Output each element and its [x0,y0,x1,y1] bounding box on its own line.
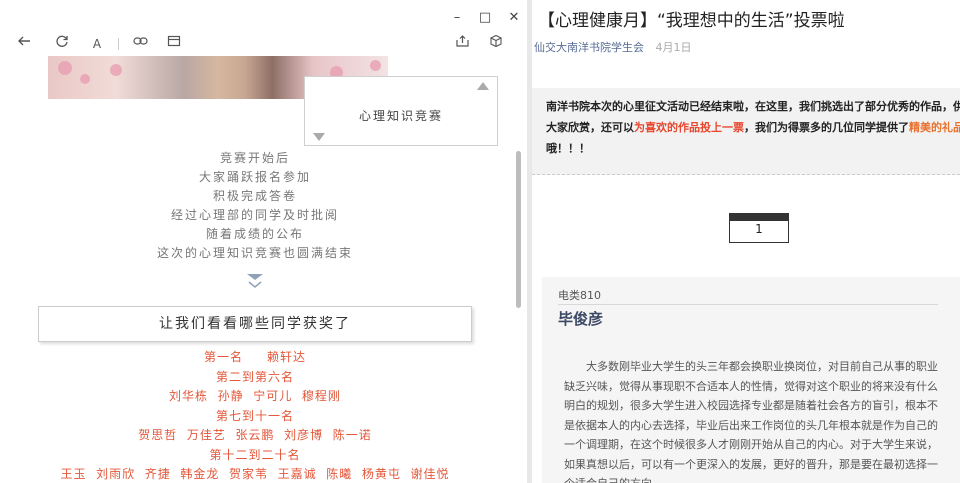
poem-line: 积极完成答卷 [212,189,297,203]
poem-line: 这次的心理知识竞赛也圆满结束 [156,246,353,260]
vote-number-badge: 1 [729,213,789,243]
vote-number: 1 [755,222,763,236]
poem-line: 经过心理部的同学及时批阅 [170,208,339,222]
share-icon[interactable] [452,34,472,54]
intro-text-part: 哦！！！ [546,142,590,155]
badge-top-bar [730,214,788,221]
minimize-button[interactable]: – [446,9,468,27]
award-line: 王玉 刘雨欣 齐捷 韩金龙 贺家苇 王嘉诚 陈曦 杨黄屯 谢佳悦 [60,467,450,481]
quiz-title: 心理知识竞赛 [358,109,443,123]
scrollbar-thumb[interactable] [516,151,521,308]
award-line: 第二到第六名 [215,369,294,384]
poem-line: 大家踊跃报名参加 [198,170,311,184]
title-bar: – □ ✕ [0,0,527,34]
font-size-icon[interactable]: A [87,34,107,54]
author-link[interactable]: 仙交大南洋书院学生会 [534,41,644,54]
toolbar-divider [118,38,119,50]
article-content: 心理知识竞赛 竞赛开始后 大家踊跃报名参加 积极完成答卷 经过心理部的同学及时批… [0,56,510,483]
intro-highlight: 为喜欢的作品投上一票 [634,121,744,134]
blossom-decoration [58,61,72,75]
award-line: 第一名 赖轩达 [203,350,307,364]
poem-line: 随着成绩的公布 [205,227,304,241]
article-meta: 仙交大南洋书院学生会 4月1日 [534,39,692,55]
quiz-title-box: 心理知识竞赛 [304,76,498,146]
blossom-decoration [80,74,90,84]
refresh-icon[interactable] [52,34,72,54]
essay-body: 大多数刚毕业大学生的头三年都会换职业换岗位，对目前自己从事的职业缺乏兴味，觉得从… [564,360,938,483]
triangle-down-icon [313,133,325,141]
article-title: 【心理健康月】“我理想中的生活”投票啦 [538,11,845,31]
right-article-panel: 【心理健康月】“我理想中的生活”投票啦 仙交大南洋书院学生会 4月1日 南洋书院… [532,0,960,483]
award-list: 第一名 赖轩达 第二到第六名 刘华栋 孙静 宁可儿 穆程刚 第七到十一名 贺思哲… [0,348,510,483]
poem-line: 竞赛开始后 [219,151,290,165]
link-icon[interactable] [130,34,150,54]
award-line: 第七到十一名 [215,408,294,423]
poem-text: 竞赛开始后 大家踊跃报名参加 积极完成答卷 经过心理部的同学及时批阅 随着成绩的… [0,149,510,263]
publish-date: 4月1日 [655,41,692,54]
back-arrow-icon[interactable] [14,34,34,54]
card-divider [558,304,938,305]
triangle-up-icon [477,82,489,90]
cube-icon[interactable] [486,34,506,54]
close-button[interactable]: ✕ [503,9,525,27]
intro-banner: 南洋书院本次的心里征文活动已经结束啦，在这里，我们挑选出了部分优秀的作品，供大家… [532,88,960,175]
award-heading: 让我们看看哪些同学获奖了 [159,316,351,332]
blossom-decoration [370,60,381,71]
intro-highlight: 精美的礼品 [909,121,960,134]
blossom-decoration [110,64,122,76]
award-line: 第十二到二十名 [209,447,301,462]
essay-category: 电类810 [558,289,601,302]
maximize-button[interactable]: □ [474,9,496,27]
award-line: 刘华栋 孙静 宁可儿 穆程刚 [169,389,341,403]
essay-author-name: 毕俊彦 [558,310,604,328]
intro-text: 南洋书院本次的心里征文活动已经结束啦，在这里，我们挑选出了部分优秀的作品，供大家… [546,96,960,159]
double-chevron-down-icon [246,273,264,289]
award-heading-box: 让我们看看哪些同学获奖了 [38,306,472,342]
intro-text-part: ，我们为得票多的几位同学提供了 [744,121,909,134]
toolbar: A [0,34,527,54]
essay-card: 电类810 毕俊彦 大多数刚毕业大学生的头三年都会换职业换岗位，对目前自己从事的… [542,277,960,483]
window-layout-icon[interactable] [164,34,184,54]
left-browser-window: – □ ✕ A 心理知识竞赛 竞赛开始后 大家踊跃报名参加 积极完成答卷 经过心… [0,0,527,483]
award-line: 贺思哲 万佳艺 张云鹏 刘彦博 陈一诺 [138,428,372,442]
